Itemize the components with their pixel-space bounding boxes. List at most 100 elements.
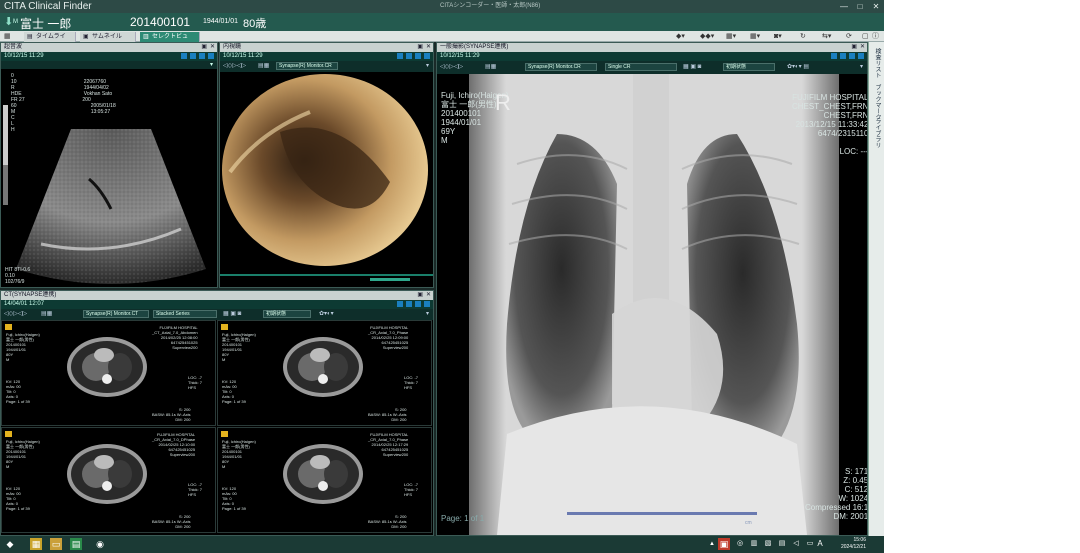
ct-cell-marker-icon[interactable] — [221, 324, 228, 330]
viewer-icon[interactable]: ◉ — [94, 538, 106, 550]
sidepanel-item-bookmark[interactable]: ブックマーク — [873, 84, 882, 120]
network-icon[interactable]: ▤ — [776, 538, 788, 550]
viewer-close-icon[interactable] — [858, 53, 864, 59]
tray-app-icon[interactable]: ▣ — [718, 538, 730, 550]
tool-icon[interactable]: ✿▾◐▾ ▤ — [787, 63, 809, 72]
nav-arrows-icon[interactable]: ◁◇▷◁▷ — [223, 62, 246, 71]
viewer-btn-icon[interactable] — [831, 53, 837, 59]
maximize-button[interactable]: □ — [852, 0, 868, 13]
sync-icon[interactable]: ⟳ — [846, 32, 852, 42]
close-button[interactable]: ✕ — [868, 0, 884, 13]
viewer-menu-icon[interactable]: ▾ — [426, 310, 429, 319]
ime-indicator[interactable]: A — [814, 538, 826, 550]
sidepanel-item-exam-list[interactable]: 検査リスト — [873, 48, 882, 78]
ct-cell[interactable]: Fuji, Ichiro(Haigen) 富士 一郎(男性) 201400101… — [217, 427, 432, 533]
viewer-close-icon[interactable] — [424, 53, 430, 59]
panel-close-icon[interactable]: ✕ — [210, 43, 215, 52]
viewer-menu-icon[interactable]: ▾ — [860, 63, 863, 72]
grid-icon[interactable]: ▦ — [4, 32, 11, 42]
patient-pin-icon[interactable]: ⬇ — [4, 15, 13, 28]
ct-hospital-overlay: FUJIFILM HOSPITAL _CT_Axial_7.0_Abdomen … — [152, 325, 198, 350]
viewer-header: 10/12/15 11:29 — [220, 52, 433, 61]
tag-icon[interactable]: ◆▾ — [676, 32, 685, 42]
camera-icon[interactable]: ◙▾ — [774, 32, 782, 42]
ct-cell-marker-icon[interactable] — [5, 431, 12, 437]
panel-restore-icon[interactable]: ▣ — [201, 43, 207, 52]
clinical-finder-icon[interactable]: ▤ — [70, 538, 82, 550]
panel-close-icon[interactable]: ✕ — [426, 43, 431, 52]
viewer-btn-icon[interactable] — [406, 53, 412, 59]
minimize-button[interactable]: — — [836, 0, 852, 13]
viewer-btn-icon[interactable] — [397, 301, 403, 307]
folder-icon[interactable]: ▭ — [50, 538, 62, 550]
ct-slice-image[interactable] — [62, 327, 152, 405]
ct-patient-overlay: Fuji, Ichiro(Haigen) 富士 一郎(男性) 201400101… — [6, 332, 40, 362]
viewer-btn-icon[interactable] — [415, 53, 421, 59]
ct-hospital-overlay: FUJIFILM HOSPITAL _CR_Axial_7.0_Phase 20… — [368, 325, 409, 350]
viewer-menu-icon[interactable]: ▾ — [210, 61, 213, 68]
viewer-close-icon[interactable] — [424, 301, 430, 307]
doc-icon[interactable]: ▤▦ — [485, 63, 496, 72]
tray-icon[interactable]: ▧ — [762, 538, 774, 550]
viewer-menu-icon[interactable]: ▾ — [426, 62, 429, 71]
ct-cell[interactable]: Fuji, Ichiro(Haigen) 富士 一郎(男性) 201400101… — [1, 427, 216, 533]
panel-restore-icon[interactable]: ▣ — [851, 43, 857, 52]
app-launcher-icon[interactable]: ▦ — [30, 538, 42, 550]
viewer-timestamp: 10/12/15 11:29 — [223, 53, 263, 59]
grid-layout-icon[interactable]: ▦▾ — [750, 32, 760, 42]
doc-icon[interactable]: ▤▦ — [41, 310, 52, 319]
viewer-btn-icon[interactable] — [190, 53, 196, 59]
panel-restore-icon[interactable]: ▣ — [417, 43, 423, 52]
tray-icon[interactable]: ◎ — [734, 538, 746, 550]
tray-icon[interactable]: ▥ — [748, 538, 760, 550]
refresh-icon[interactable]: ↻ — [800, 32, 806, 42]
layout-icon[interactable]: ▦▾ — [726, 32, 736, 42]
xray-page-indicator: Page: 1 of 1 — [441, 514, 485, 523]
info-icon[interactable]: ⓘ — [872, 32, 879, 42]
modality-dropdown[interactable]: Synapse(R) Monitor.CR — [276, 62, 338, 70]
series-dropdown[interactable]: Single CR — [605, 63, 677, 71]
panel-close-icon[interactable]: ✕ — [860, 43, 865, 52]
layout-icon[interactable]: ▦ ▣ ◙ — [683, 63, 701, 72]
sidepanel-item-library[interactable]: ライブラリ — [873, 118, 882, 148]
ct-cell-marker-icon[interactable] — [5, 324, 12, 330]
tag-multi-icon[interactable]: ◆◆▾ — [700, 32, 714, 42]
preset-dropdown[interactable]: 初期状態 — [723, 63, 775, 71]
endoscopy-image[interactable] — [220, 72, 433, 287]
tab-select-view[interactable]: ▥セレクトビュー — [140, 32, 200, 50]
ct-slice-image[interactable] — [278, 434, 368, 512]
nav-arrows-icon[interactable]: ◁◇▷◁▷ — [440, 63, 463, 72]
start-icon[interactable]: ◆ — [4, 538, 16, 550]
viewer-btn-icon[interactable] — [406, 301, 412, 307]
viewer-close-icon[interactable] — [208, 53, 214, 59]
series-dropdown[interactable]: Stacked Series — [153, 310, 217, 318]
taskbar-clock[interactable]: 15:06 2024/12/21 — [826, 537, 866, 551]
window-icon[interactable]: ▢ — [862, 32, 869, 42]
ct-slice-image[interactable] — [62, 434, 152, 512]
viewer-btn-icon[interactable] — [397, 53, 403, 59]
viewer-header: 10/12/15 11:29 — [1, 52, 217, 61]
doc-icon[interactable]: ▤▦ — [258, 62, 269, 71]
ct-cell[interactable]: Fuji, Ichiro(Haigen) 富士 一郎(男性) 201400101… — [217, 320, 432, 426]
viewer-btn-icon[interactable] — [415, 301, 421, 307]
tab-thumbnail[interactable]: ▣ サムネイル — [80, 32, 136, 42]
nav-arrows-icon[interactable]: ◁◇▷◁▷ — [4, 310, 27, 319]
ct-cell[interactable]: Fuji, Ichiro(Haigen) 富士 一郎(男性) 201400101… — [1, 320, 216, 426]
tab-timeline[interactable]: ▤タイムライン — [24, 32, 76, 50]
transfer-icon[interactable]: ⇆▾ — [822, 32, 831, 42]
viewer-btn-icon[interactable] — [199, 53, 205, 59]
panel-restore-icon[interactable]: ▣ — [417, 291, 423, 300]
tray-arrow-icon[interactable]: ▲ — [706, 538, 718, 550]
viewer-btn-icon[interactable] — [849, 53, 855, 59]
modality-dropdown[interactable]: Synapse(R) Monitor.CT — [83, 310, 149, 318]
preset-dropdown[interactable]: 初期状態 — [263, 310, 311, 318]
layout-icon[interactable]: ▦ ▣ ◙ — [223, 310, 241, 319]
ct-cell-marker-icon[interactable] — [221, 431, 228, 437]
viewer-btn-icon[interactable] — [840, 53, 846, 59]
tool-icon[interactable]: ✿▾◐▾ — [319, 310, 334, 319]
modality-dropdown[interactable]: Synapse(R) Monitor.CR — [525, 63, 597, 71]
ct-slice-image[interactable] — [278, 327, 368, 405]
speaker-icon[interactable]: ◁ — [790, 538, 802, 550]
panel-close-icon[interactable]: ✕ — [426, 291, 431, 300]
viewer-btn-icon[interactable] — [181, 53, 187, 59]
